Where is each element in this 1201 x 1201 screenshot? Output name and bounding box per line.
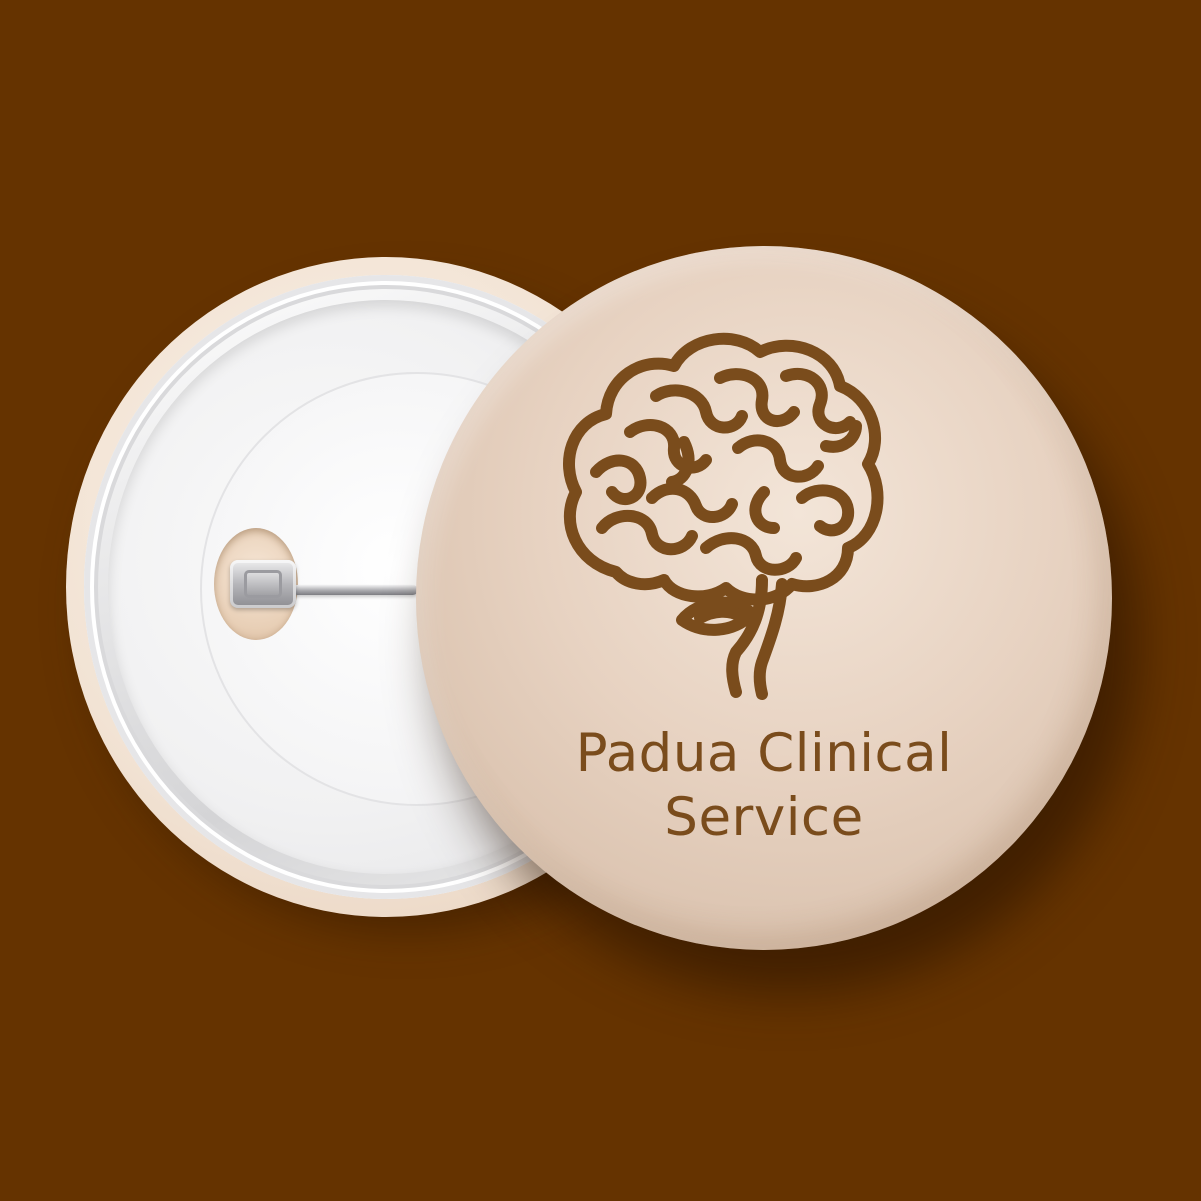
badge-title-line2: Service xyxy=(664,787,864,848)
pin-badge-scene: Padua Clinical Service xyxy=(0,0,1201,1201)
pin-clasp xyxy=(230,560,296,608)
brain-icon xyxy=(563,332,884,700)
badge-title-line1: Padua Clinical xyxy=(575,723,953,784)
badge-title: Padua Clinical Service xyxy=(416,722,1112,850)
pin-needle xyxy=(292,585,418,595)
